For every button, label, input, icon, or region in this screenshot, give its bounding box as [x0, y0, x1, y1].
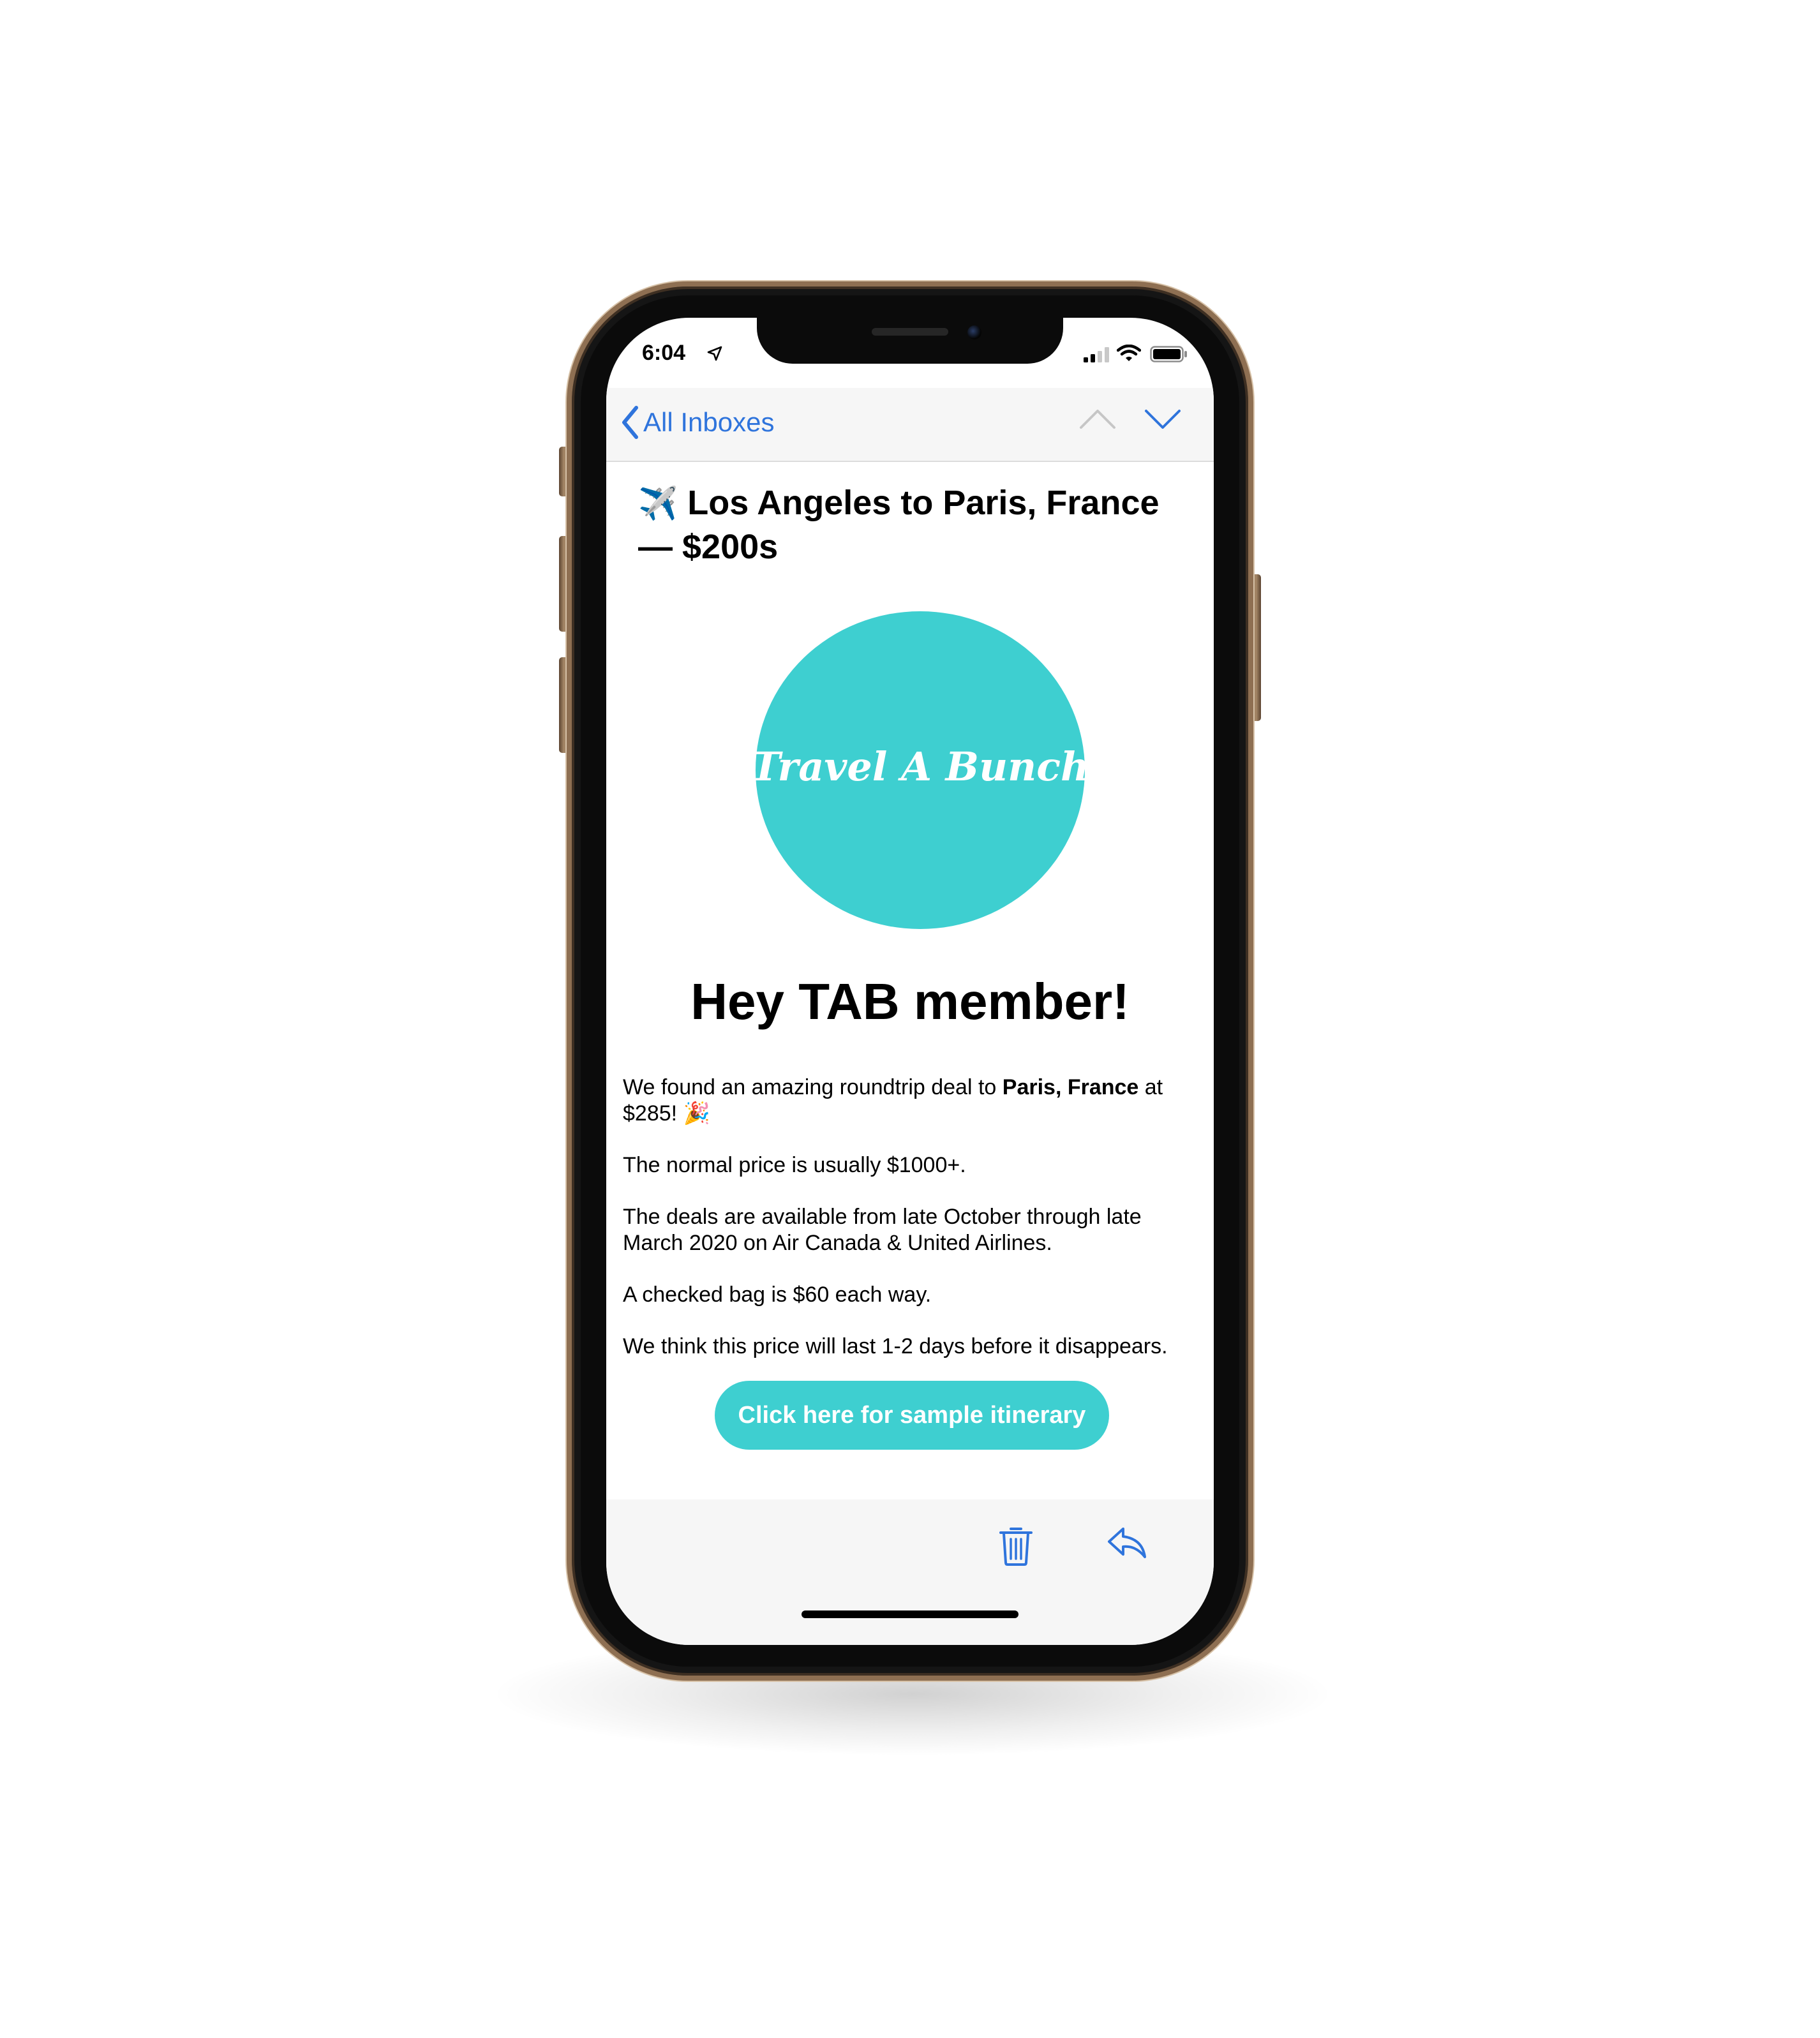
logo-text: Travel A Bunch	[756, 743, 1085, 790]
deal-paragraph: We found an amazing roundtrip deal to Pa…	[623, 1075, 1204, 1127]
trash-icon	[999, 1528, 1033, 1566]
logo-wordmark: Travel A Bunch	[751, 743, 1089, 790]
reply-button[interactable]	[1107, 1525, 1147, 1564]
chevron-up-icon	[1080, 410, 1115, 429]
baggage-paragraph: A checked bag is $60 each way.	[623, 1283, 932, 1307]
wifi-icon	[1117, 345, 1141, 361]
email-subject: ✈️ Los Angeles to Paris, France — $200s	[638, 481, 1187, 569]
status-time: 6:04	[642, 341, 686, 365]
battery-icon	[1150, 346, 1187, 362]
mail-nav-bar: All Inboxes	[606, 388, 1214, 462]
duration-paragraph: We think this price will last 1-2 days b…	[623, 1334, 1168, 1358]
next-message-button[interactable]	[1144, 403, 1182, 438]
phone-screen: 6:04 All Inboxes ✈️ Los Angeles to Paris…	[606, 318, 1214, 1645]
cellular-signal-icon	[1084, 347, 1109, 362]
chevron-down-icon	[1145, 410, 1181, 429]
back-to-all-inboxes-button[interactable]: All Inboxes	[620, 403, 774, 442]
earpiece-speaker	[872, 328, 948, 336]
travel-a-bunch-logo: Travel A Bunch	[751, 611, 1089, 929]
notch	[757, 318, 1063, 364]
normal-price-paragraph: The normal price is usually $1000+.	[623, 1153, 966, 1177]
location-arrow-icon	[707, 346, 722, 361]
email-subject-text: Los Angeles to Paris, France — $200s	[638, 484, 1160, 566]
home-indicator	[802, 1610, 1018, 1618]
deal-text-start: We found an amazing roundtrip deal to	[623, 1075, 1003, 1099]
reply-icon	[1108, 1528, 1146, 1558]
email-body: We found an amazing roundtrip deal to Pa…	[623, 1075, 1204, 1385]
front-camera	[967, 325, 981, 339]
back-label: All Inboxes	[643, 407, 775, 437]
delete-button[interactable]	[998, 1525, 1034, 1569]
email-content: ✈️ Los Angeles to Paris, France — $200s …	[606, 462, 1214, 1358]
availability-paragraph: The deals are available from late Octobe…	[623, 1205, 1142, 1255]
previous-message-button[interactable]	[1078, 403, 1117, 438]
chevron-left-icon	[622, 406, 638, 439]
sample-itinerary-button[interactable]: Click here for sample itinerary	[715, 1381, 1109, 1450]
deal-destination: Paris, France	[1002, 1075, 1139, 1099]
mail-toolbar	[606, 1499, 1214, 1645]
greeting-heading: Hey TAB member!	[690, 973, 1130, 1030]
airplane-emoji: ✈️	[638, 486, 678, 521]
